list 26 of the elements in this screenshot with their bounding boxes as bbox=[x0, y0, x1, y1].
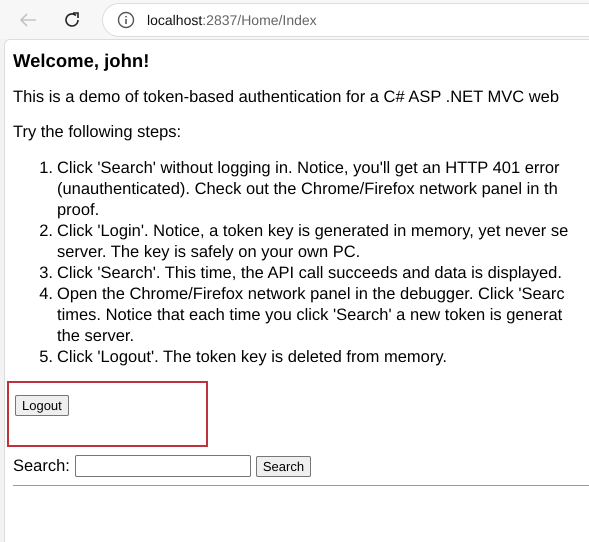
address-bar[interactable]: localhost:2837/Home/Index bbox=[102, 2, 589, 36]
intro-text: This is a demo of token-based authentication for a C# ASP .NET MVC web bbox=[13, 88, 560, 107]
step-number: 5. bbox=[38, 347, 53, 368]
step-number: 1. bbox=[38, 158, 53, 179]
step-text: times. Notice that each time you click 'Search' a new token is generat bbox=[57, 305, 562, 326]
step-text: server. The key is safely on your own PC. bbox=[57, 242, 360, 263]
search-label: Search: bbox=[13, 456, 70, 476]
step-text: Click 'Search'. This time, the API call succeeds and data is displayed. bbox=[57, 263, 562, 284]
steps-label: Try the following steps: bbox=[13, 123, 182, 142]
step-number: 2. bbox=[38, 221, 53, 242]
url-text: localhost:2837/Home/Index bbox=[147, 12, 317, 28]
reload-icon[interactable] bbox=[63, 10, 81, 28]
page-heading: Welcome, john! bbox=[13, 50, 150, 72]
step-text: the server. bbox=[57, 326, 134, 347]
step-text: (unauthenticated). Check out the Chrome/Firefox network panel in th bbox=[57, 179, 558, 200]
search-button[interactable]: Search bbox=[256, 456, 312, 476]
step-number: 4. bbox=[38, 284, 53, 305]
step-text: Open the Chrome/Firefox network panel in the debugger. Click 'Searc bbox=[57, 284, 565, 305]
search-field[interactable] bbox=[74, 455, 251, 477]
logout-button[interactable]: Logout bbox=[15, 395, 69, 416]
step-number: 3. bbox=[38, 263, 53, 284]
step-text: Click 'Login'. Notice, a token key is generated in memory, yet never se bbox=[57, 221, 568, 242]
step-text: proof. bbox=[57, 200, 100, 221]
step-text: Click 'Logout'. The token key is deleted from memory. bbox=[57, 347, 447, 368]
step-text: Click 'Search' without logging in. Notice, you'll get an HTTP 401 error bbox=[57, 158, 560, 179]
info-icon[interactable] bbox=[117, 10, 135, 28]
